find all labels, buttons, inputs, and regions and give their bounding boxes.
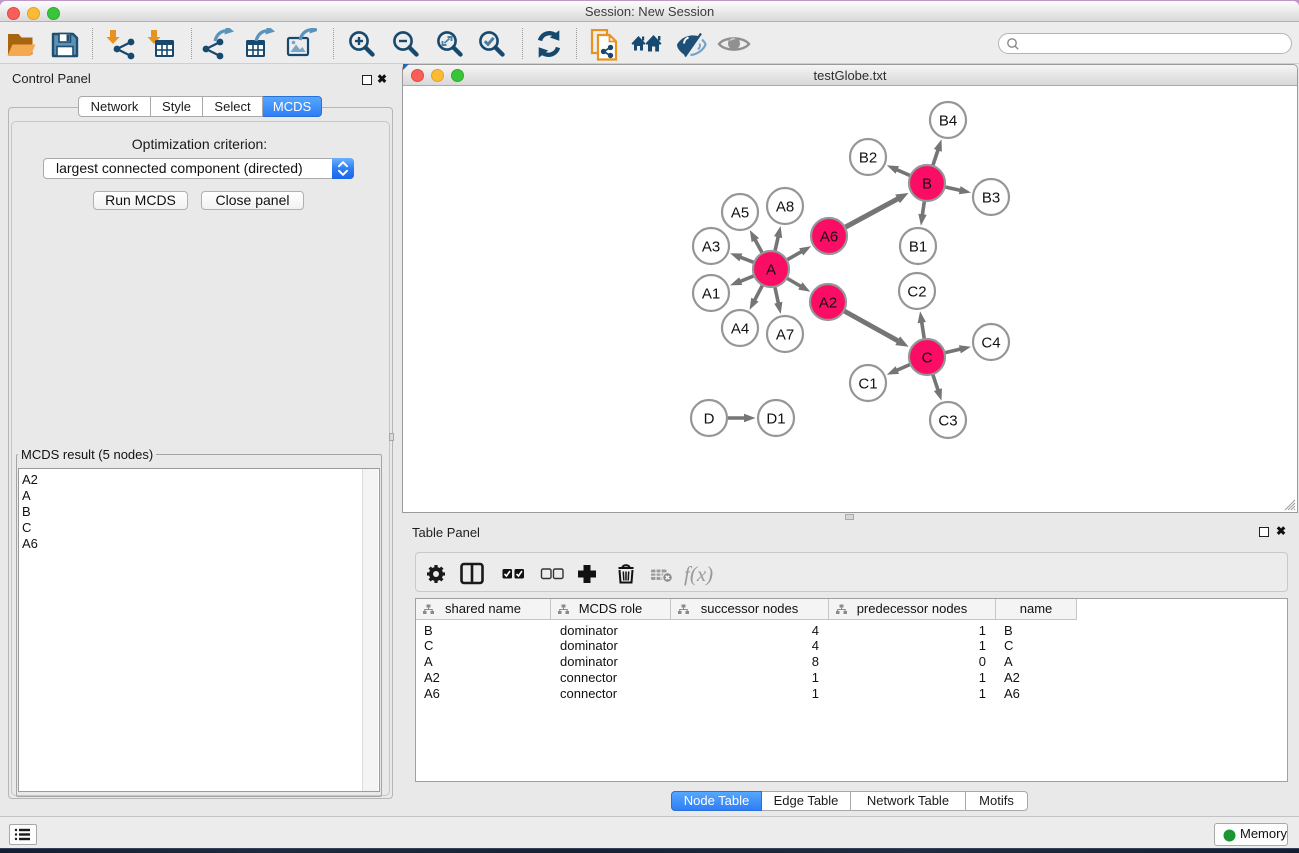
svg-text:B1: B1 xyxy=(909,238,927,255)
svg-text:C1: C1 xyxy=(858,375,877,392)
svg-text:A7: A7 xyxy=(776,326,794,343)
svg-text:A6: A6 xyxy=(820,228,838,245)
svg-text:A4: A4 xyxy=(731,320,749,337)
svg-text:D1: D1 xyxy=(766,410,785,427)
svg-text:f(x): f(x) xyxy=(684,562,713,586)
svg-text:A5: A5 xyxy=(731,204,749,221)
svg-text:B3: B3 xyxy=(982,189,1000,206)
svg-text:A3: A3 xyxy=(702,238,720,255)
svg-text:B4: B4 xyxy=(939,112,957,129)
svg-text:C: C xyxy=(922,349,933,366)
svg-text:B2: B2 xyxy=(859,149,877,166)
svg-text:C4: C4 xyxy=(981,334,1000,351)
svg-text:A: A xyxy=(766,261,776,278)
svg-text:B: B xyxy=(922,175,932,192)
svg-text:A8: A8 xyxy=(776,198,794,215)
svg-text:C3: C3 xyxy=(938,412,957,429)
svg-text:A1: A1 xyxy=(702,285,720,302)
svg-text:C2: C2 xyxy=(907,283,926,300)
svg-text:D: D xyxy=(704,410,715,427)
svg-text:A2: A2 xyxy=(819,294,837,311)
